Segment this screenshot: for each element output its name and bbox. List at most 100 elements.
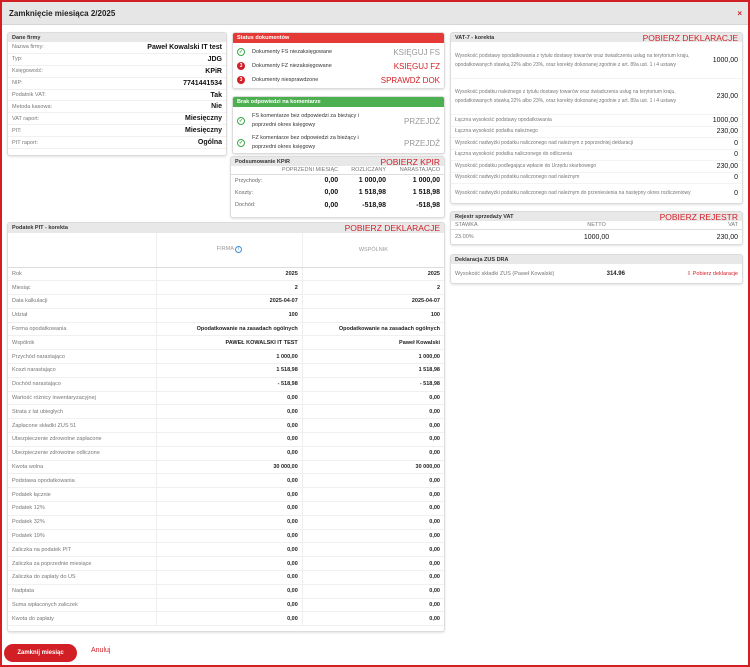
company-row: Podatnik VAT: Tak [8,90,226,102]
vat7-row-label: Łączna wysokość podatku należnego [455,128,538,135]
download-kpir-link[interactable]: POBIERZ KPIR [380,157,440,167]
doc-status-action-button[interactable]: KSIĘGUJ FS [393,48,440,57]
zus-value: 314.96 [606,270,625,277]
info-icon[interactable]: i [235,246,243,254]
pit-partner-value: Paweł Kowalski [301,335,444,351]
vat7-row: Wysokość podatku należnego z tytułu dost… [451,79,742,115]
company-row: Księgowość: KPiR [8,66,226,78]
pit-row: Ubezpieczenie zdrowotne odliczone 0,00 0,0… [8,446,444,461]
download-zus-link[interactable]: ⇩ Pobierz deklaracje [687,271,738,277]
kpir-cell: 1 000,00 [412,177,440,184]
pit-row-label: Suma wpłaconych zaliczek [8,598,157,613]
pit-row-label: Podatek łącznie [8,487,157,503]
pit-row: Udział 100 100 [8,308,444,323]
doc-status-text: Dokumenty niesprawdzone [252,76,319,83]
company-row-value: Miesięczny [185,115,222,123]
close-icon[interactable]: × [737,9,742,18]
doc-status-action-button[interactable]: KSIĘGUJ FZ [394,62,440,71]
kpir-row: Przychody: 0,00 1 000,00 1 000,00 [231,174,444,187]
kpir-cell: 0,00 [324,201,339,209]
pit-row: Rok 2025 2025 [8,267,444,282]
doc-status-text: Dokumenty FS niezaksięgowane [252,48,333,55]
download-vat7-declaration-link[interactable]: POBIERZ DEKLARACJE [643,33,738,43]
dialog-title: Zamknięcie miesiąca 2/2025 [9,8,116,18]
company-row-label: Typ: [12,56,23,63]
vat7-row: Wysokość nadwyżki podatku naliczonego na… [451,138,742,150]
vat-register-head: STAWKA NETTO VAT [451,221,742,230]
pit-row: Wspólnik PAWEŁ KOWALSKI IT TEST Paweł Kowa… [8,335,444,351]
comment-go-button[interactable]: PRZEJDŹ [404,139,440,148]
kpir-row-label: Przychody: [235,177,263,184]
kpir-cell: 1 518,98 [412,189,440,197]
doc-status-row: 3 Dokumenty niesprawdzone SPRAWDŹ DOK [233,73,444,87]
pit-row: Miesiąc 2 2 [8,280,444,296]
comment-go-button[interactable]: PRZEJDŹ [404,117,440,126]
pit-row: Podatek łącznie 0,00 0,00 [8,487,444,503]
pit-firm-value: - 518,98 [156,377,303,392]
download-pit-declaration-link[interactable]: POBIERZ DEKLARACJE [345,223,440,233]
vat7-row-label: Łączna wysokość podatku naliczonego do o… [455,151,573,158]
pit-row-label: Wspólnik [8,335,157,351]
vat7-row-label: Wysokość nadwyżki podatku naliczonego na… [455,139,634,146]
pit-row: Podatek 32% 0,00 0,00 [8,515,444,530]
pit-partner-value: 0,00 [301,584,444,599]
pit-row: Zaliczka za poprzednie miesiące 0,00 0,00 [8,556,444,572]
vat7-row: Łączna wysokość podatku naliczonego do o… [451,150,742,161]
vat-register-title: Rejestr sprzedaży VAT [455,213,514,220]
vat7-row: Łączna wysokość podatku należnego 230,00 [451,127,742,138]
doc-status-text: Dokumenty FZ niezaksięgowane [252,62,332,69]
pit-firm-value: 0,00 [156,529,303,544]
zus-card: Deklaracja ZUS DRA Wysokość składki ZUS … [450,254,743,284]
pit-firm-value: 0,00 [156,598,303,613]
close-month-button[interactable]: Zamknij miesiąc [4,644,77,662]
pit-partner-value: 0,00 [301,529,444,544]
vat7-card-header: VAT-7 - korekta POBIERZ DEKLARACJE [451,33,742,43]
pit-partner-value: 0,00 [301,501,444,516]
pit-card: Podatek PIT - korekta POBIERZ DEKLARACJE… [7,222,445,632]
company-row: PIT: Miesięczny [8,125,226,138]
pit-row: Kwota do zapłaty 0,00 0,00 [8,611,444,627]
vat-register-col-header: STAWKA [455,222,478,228]
comments-card: Brak odpowiedzi na komentarze ✓ FS koment… [232,96,445,154]
pit-partner-value: 0,00 [301,556,444,572]
doc-status-action-button[interactable]: SPRAWDŹ DOK [381,76,440,85]
kpir-cell: -518,98 [416,201,440,209]
kpir-col-header: ROZLICZANY [342,166,391,175]
company-row: NIP: 7741441534 [8,78,226,90]
number-badge-icon: 3 [237,62,245,70]
dialog-titlebar: Zamknięcie miesiąca 2/2025 × [2,2,748,25]
pit-partner-value: Opodatkowanie na zasadach ogólnych [301,322,444,337]
comment-row: ✓ FS komentarze bez odpowiedzi za bieżący… [233,110,444,132]
pit-firm-value: 2 [156,280,303,296]
cancel-button[interactable]: Anuluj [91,647,110,654]
kpir-cell: 0,00 [324,189,339,197]
vat7-row-label: Wysokość nadwyżki podatku naliczonego na… [455,190,691,196]
pit-row-label: Kwota wolna [8,460,157,475]
pit-firm-value: 0,00 [156,611,303,627]
vat7-row-value: 0 [734,151,738,159]
vat-register-col-header: NETTO [587,222,606,228]
company-row-value: JDG [207,55,222,63]
pit-firm-value: 1 518,98 [156,363,303,378]
pit-row-label: Zaliczka do zapłaty do US [8,570,157,585]
pit-firm-value: 0,00 [156,432,303,447]
pit-row: Ubezpieczenie zdrowotne zapłacone 0,00 0,0… [8,432,444,447]
kpir-row-label: Dochód: [235,202,256,209]
vat-register-table: STAWKA NETTO VAT 23.00% 1000,00 230,00 [451,221,742,244]
pit-row: Data kalkulacji 2025-04-07 2025-04-07 [8,294,444,309]
company-row: Nazwa firmy: Paweł Kowalski IT test [8,42,226,54]
vat7-row-value: 0 [734,174,738,182]
company-rows: Nazwa firmy: Paweł Kowalski IT test Typ: JD… [8,42,226,150]
company-row: Typ: JDG [8,54,226,66]
pit-row-label: Forma opodatkowania [8,322,157,337]
comments-header: Brak odpowiedzi na komentarze [233,97,444,107]
pit-row-label: Wartość różnicy inwentaryzacyjnej [8,391,157,406]
company-row-value: Ogólna [197,139,222,147]
vat7-row-value: 0 [734,139,738,147]
company-row-label: Metoda kasowa: [12,103,53,110]
vat7-row: Wysokość podatku podlegająca wpłacie do … [451,161,742,173]
pit-partner-value: - 518,98 [301,377,444,392]
download-register-link[interactable]: POBIERZ REJESTR [660,212,738,222]
vat-register-col-header: VAT [728,222,738,228]
vat7-card-title: VAT-7 - korekta [455,34,495,41]
